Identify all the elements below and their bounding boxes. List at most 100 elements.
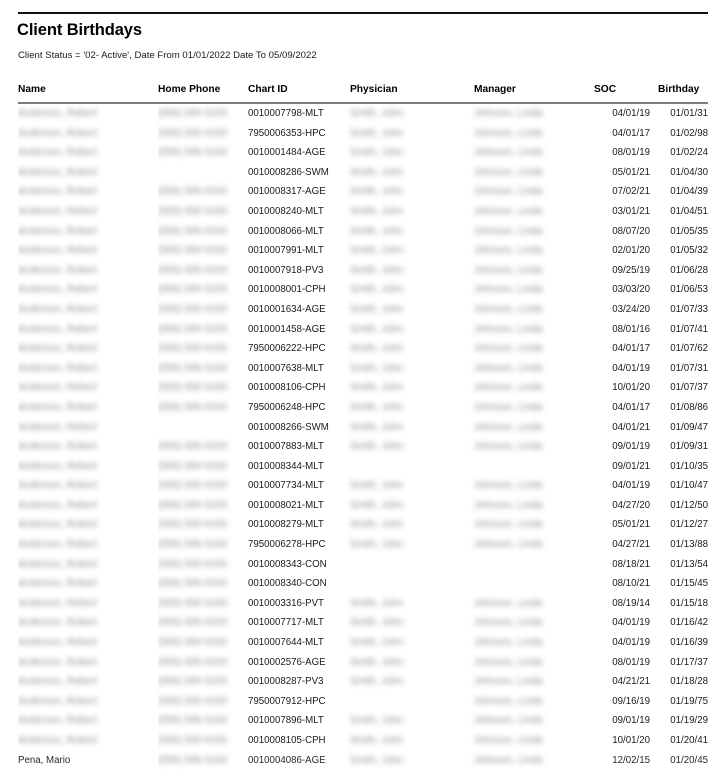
column-header-soc[interactable]: SOC <box>594 84 658 103</box>
cell-home-phone: (555) 555-0100 <box>158 496 248 516</box>
cell-name: Anderson, Robert <box>18 182 158 202</box>
redacted-value: Johnson, Linda <box>474 715 543 727</box>
cell-physician: Smith, John <box>344 143 470 163</box>
cell-soc: 09/01/21 <box>612 460 650 472</box>
redacted-value: Smith, John <box>350 441 404 453</box>
table-row[interactable]: Anderson, Robert (555) 555-0100 0010008066… <box>18 222 708 242</box>
table-row[interactable]: Anderson, Robert (555) 555-0100 7950006353… <box>18 124 708 144</box>
cell-home-phone: (555) 555-0100 <box>158 613 248 633</box>
column-header-home-phone[interactable]: Home Phone <box>158 84 248 103</box>
table-row[interactable]: Anderson, Robert (555) 555-0100 0010008340… <box>18 574 708 594</box>
cell-chart-id: 0010007883-MLT <box>248 441 324 453</box>
redacted-value: (555) 555-0100 <box>158 637 228 649</box>
cell-physician: Smith, John <box>344 378 470 398</box>
redacted-value: (555) 555-0100 <box>158 656 228 668</box>
table-row[interactable]: Anderson, Robert (555) 555-0100 0010001484… <box>18 143 708 163</box>
redacted-value: Johnson, Linda <box>474 441 543 453</box>
table-row[interactable]: Anderson, Robert (555) 555-0100 0010007644… <box>18 633 708 653</box>
table-row[interactable]: Anderson, Robert (555) 555-0100 7950006222… <box>18 339 708 359</box>
table-row[interactable]: Anderson, Robert (555) 555-0100 0010008343… <box>18 555 708 575</box>
table-row[interactable]: Anderson, Robert (555) 555-0100 0010007638… <box>18 359 708 379</box>
table-row[interactable]: Pena, Mario (555) 555-0100 0010004086-AGE S… <box>18 751 708 771</box>
column-header-manager[interactable]: Manager <box>470 84 594 103</box>
redacted-value: Anderson, Robert <box>18 108 98 119</box>
table-row[interactable]: Anderson, Robert (555) 555-0100 7950006278… <box>18 535 708 555</box>
table-row[interactable]: Anderson, Robert (555) 555-0100 0010008001… <box>18 280 708 300</box>
redacted-value: (555) 555-0100 <box>158 323 228 335</box>
table-row[interactable]: Anderson, Robert (555) 555-0100 0010002576… <box>18 653 708 673</box>
cell-physician: Smith, John <box>344 653 470 673</box>
cell-manager: Johnson, Linda <box>470 711 594 731</box>
cell-chart-id: 0010001458-AGE <box>248 323 326 335</box>
redacted-value: Johnson, Linda <box>474 264 543 276</box>
redacted-value: (555) 555-0100 <box>158 147 228 159</box>
table-row[interactable]: Anderson, Robert (555) 555-0100 0010001458… <box>18 320 708 340</box>
table-row[interactable]: Anderson, Robert (555) 555-0100 0010007717… <box>18 613 708 633</box>
table-row[interactable]: Anderson, Robert (555) 555-0100 0010007896… <box>18 711 708 731</box>
column-header-chart-id[interactable]: Chart ID <box>248 84 344 103</box>
redacted-value: (555) 555-0100 <box>158 754 228 766</box>
redacted-value: Smith, John <box>350 127 404 139</box>
table-row[interactable]: Anderson, Robert (555) 555-0100 0010008287… <box>18 672 708 692</box>
redacted-value: Smith, John <box>350 225 404 237</box>
cell-soc: 08/01/19 <box>612 147 650 159</box>
table-row[interactable]: Anderson, Robert (555) 555-0100 0010007734… <box>18 476 708 496</box>
redacted-value: Smith, John <box>350 597 404 609</box>
table-row[interactable]: Anderson, Robert (555) 555-0100 7950006248… <box>18 398 708 418</box>
table-row[interactable]: Anderson, Robert (555) 555-0100 0010008240… <box>18 202 708 222</box>
cell-home-phone <box>158 418 248 438</box>
table-row[interactable]: Anderson, Robert (555) 555-0100 0010001634… <box>18 300 708 320</box>
cell-manager: Johnson, Linda <box>470 535 594 555</box>
cell-soc: 04/01/19 <box>612 617 650 629</box>
cell-home-phone: (555) 555-0100 <box>158 711 248 731</box>
table-row[interactable]: Anderson, Robert (555) 555-0100 0010007918… <box>18 261 708 281</box>
redacted-value: (555) 555-0100 <box>158 441 228 453</box>
cell-soc: 08/18/21 <box>612 558 650 570</box>
cell-name: Anderson, Robert <box>18 672 158 692</box>
redacted-value: Johnson, Linda <box>474 166 543 178</box>
cell-manager: Johnson, Linda <box>470 359 594 379</box>
redacted-value: Johnson, Linda <box>474 401 543 413</box>
table-row[interactable]: Anderson, Robert (555) 555-0100 0010008317… <box>18 182 708 202</box>
cell-manager: Johnson, Linda <box>470 613 594 633</box>
cell-name: Anderson, Robert <box>18 515 158 535</box>
column-header-name[interactable]: Name <box>18 84 158 103</box>
cell-chart-id: 0010008066-MLT <box>248 225 324 237</box>
redacted-value: Anderson, Robert <box>18 441 98 453</box>
redacted-value: (555) 555-0100 <box>158 460 228 472</box>
cell-home-phone: (555) 555-0100 <box>158 143 248 163</box>
table-row[interactable]: Anderson, Robert (555) 555-0100 0010007798… <box>18 103 708 124</box>
cell-physician: Smith, John <box>344 515 470 535</box>
cell-soc: 08/10/21 <box>612 578 650 590</box>
table-row[interactable]: Anderson, Robert (555) 555-0100 0010003316… <box>18 594 708 614</box>
redacted-value: Johnson, Linda <box>474 382 543 394</box>
report-page: Client Birthdays Client Status = '02- Ac… <box>0 0 708 776</box>
table-row[interactable]: Anderson, Robert (555) 555-0100 0010008021… <box>18 496 708 516</box>
cell-soc: 04/01/17 <box>612 401 650 413</box>
cell-manager: Johnson, Linda <box>470 339 594 359</box>
table-row[interactable]: Anderson, Robert (555) 555-0100 0010008106… <box>18 378 708 398</box>
redacted-value: Smith, John <box>350 499 404 511</box>
cell-manager: Johnson, Linda <box>470 672 594 692</box>
redacted-value: Johnson, Linda <box>474 676 543 688</box>
table-row[interactable]: Anderson, Robert (555) 555-0100 0010008344… <box>18 457 708 477</box>
cell-birthday: 01/02/24 <box>670 147 708 159</box>
redacted-value: Anderson, Robert <box>18 656 98 668</box>
table-row[interactable]: Anderson, Robert (555) 555-0100 0010007991… <box>18 241 708 261</box>
column-header-physician[interactable]: Physician <box>344 84 470 103</box>
cell-name: Anderson, Robert <box>18 163 158 183</box>
table-row[interactable]: Anderson, Robert 0010008266-SWM Smith, Joh… <box>18 418 708 438</box>
table-row[interactable]: Anderson, Robert (555) 555-0100 0010008105… <box>18 731 708 751</box>
table-row[interactable]: Anderson, Robert (555) 555-0100 0010008279… <box>18 515 708 535</box>
table-row[interactable]: Anderson, Robert (555) 555-0100 7950007912… <box>18 692 708 712</box>
table-row[interactable]: Anderson, Robert 0010008286-SWM Smith, Joh… <box>18 163 708 183</box>
cell-chart-id: 0010008286-SWM <box>248 166 329 178</box>
cell-soc: 04/21/21 <box>612 676 650 688</box>
redacted-value: (555) 555-0100 <box>158 401 228 413</box>
cell-birthday: 01/09/31 <box>670 441 708 453</box>
cell-home-phone: (555) 555-0100 <box>158 320 248 340</box>
table-row[interactable]: Anderson, Robert (555) 555-0100 0010007883… <box>18 437 708 457</box>
cell-physician: Smith, John <box>344 202 470 222</box>
redacted-value: Johnson, Linda <box>474 108 543 119</box>
column-header-birthday[interactable]: Birthday <box>658 84 708 103</box>
